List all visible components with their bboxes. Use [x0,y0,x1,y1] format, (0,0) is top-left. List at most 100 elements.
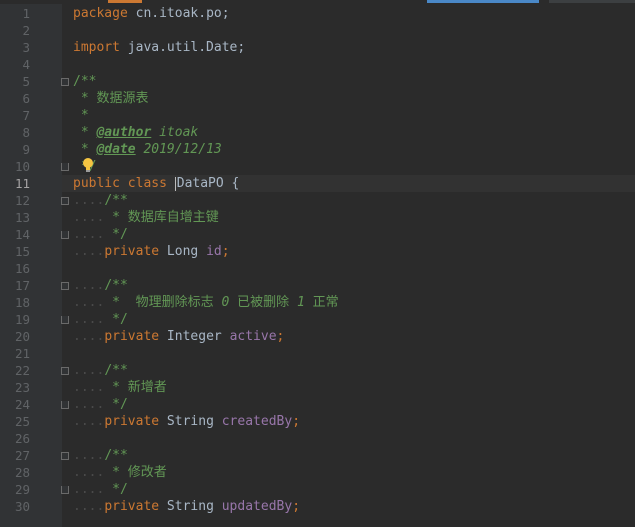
code-line[interactable]: .... * 新增者 [62,379,635,396]
code-line[interactable]: .... */ [62,226,635,243]
code-line[interactable] [62,345,635,362]
line-number: 12 [14,193,30,208]
fold-open-icon[interactable] [61,282,69,290]
code-line[interactable]: */ [62,158,635,175]
lightbulb-icon[interactable] [81,157,95,173]
code-token: * 数据源表 [73,91,149,106]
code-token: package [73,6,128,21]
code-line[interactable]: package cn.itoak.po; [62,5,635,22]
code-token: ; [292,414,301,429]
text-caret [174,176,176,191]
line-number: 26 [14,431,30,446]
code-token: java.util.Date; [119,40,246,55]
line-number: 22 [14,363,30,378]
code-token: createdBy [221,414,293,429]
line-number: 11 [14,176,30,191]
code-line[interactable]: ....private String createdBy; [62,413,635,430]
line-number: 17 [14,278,30,293]
code-area[interactable]: package cn.itoak.po; import java.util.Dat… [62,4,635,527]
code-token: @author [96,125,152,140]
code-line[interactable]: .... * 修改者 [62,464,635,481]
code-line[interactable]: * [62,107,635,124]
fold-open-icon[interactable] [61,452,69,460]
code-line[interactable]: .... */ [62,311,635,328]
code-line[interactable] [62,56,635,73]
indent-guide: .... [73,380,105,395]
code-token: ; [221,244,230,259]
line-number: 2 [22,23,30,38]
code-token: 2019/12/13 [135,142,222,157]
indent-guide: .... [73,295,105,310]
code-token: private [104,499,160,514]
line-number: 25 [14,414,30,429]
code-line[interactable]: ....private String updatedBy; [62,498,635,515]
code-token: /** [104,363,128,378]
code-line[interactable]: /** [62,73,635,90]
line-number: 14 [14,227,30,242]
code-line[interactable]: import java.util.Date; [62,39,635,56]
code-token: 正常 [304,295,339,310]
line-number: 1 [22,6,30,21]
code-token: */ [104,227,128,242]
code-line[interactable]: public class DataPO { [62,175,635,192]
line-number: 19 [14,312,30,327]
code-line[interactable]: * @author itoak [62,124,635,141]
code-token: * [73,108,89,123]
code-token: * [73,142,97,157]
code-line[interactable]: ....private Long id; [62,243,635,260]
line-number: 4 [22,57,30,72]
code-line[interactable]: ..../** [62,277,635,294]
code-line[interactable]: * 数据源表 [62,90,635,107]
line-number: 21 [14,346,30,361]
fold-close-icon[interactable] [61,316,69,324]
fold-open-icon[interactable] [61,367,69,375]
line-number: 28 [14,465,30,480]
code-editor[interactable]: 1 2 3 4 5 6 7 8 9 10 11 12 13 14 15 16 17 18 19 20 21 22 23 24 2… [0,0,635,527]
code-token: DataPO { [176,176,240,191]
indent-guide: .... [73,312,105,327]
fold-open-icon[interactable] [61,78,69,86]
code-token: /** [104,448,128,463]
line-number: 16 [14,261,30,276]
code-line[interactable]: * @date 2019/12/13 [62,141,635,158]
code-token: String [159,499,222,514]
code-line[interactable]: ....private Integer active; [62,328,635,345]
code-token: private [104,329,160,344]
code-token: /** [73,74,97,89]
code-token: 1 [296,295,305,310]
code-line[interactable]: ..../** [62,362,635,379]
fold-close-icon[interactable] [61,486,69,494]
line-number: 5 [22,74,30,89]
line-number: 23 [14,380,30,395]
line-number-gutter[interactable]: 1 2 3 4 5 6 7 8 9 10 11 12 13 14 15 16 17 18 19 20 21 22 23 24 2… [0,4,62,527]
code-token: cn.itoak.po; [127,6,230,21]
line-number: 27 [14,448,30,463]
fold-open-icon[interactable] [61,197,69,205]
indent-guide: .... [73,397,105,412]
code-token: */ [104,397,128,412]
code-line[interactable]: .... */ [62,396,635,413]
code-token: import [73,40,120,55]
code-line[interactable]: .... * 数据库自增主键 [62,209,635,226]
code-token: 已被删除 [229,295,297,310]
fold-close-icon[interactable] [61,231,69,239]
line-number: 18 [14,295,30,310]
fold-close-icon[interactable] [61,401,69,409]
code-token: String [159,414,222,429]
code-line[interactable]: .... * 物理删除标志 0 已被删除 1 正常 [62,294,635,311]
code-line[interactable] [62,430,635,447]
code-line[interactable] [62,22,635,39]
line-number: 15 [14,244,30,259]
code-line[interactable]: ..../** [62,447,635,464]
code-token: private [104,414,160,429]
line-number: 7 [22,108,30,123]
code-line[interactable]: .... */ [62,481,635,498]
code-line[interactable] [62,260,635,277]
code-line[interactable]: ..../** [62,192,635,209]
line-number: 20 [14,329,30,344]
line-number: 10 [14,159,30,174]
fold-close-icon[interactable] [61,163,69,171]
indent-guide: .... [73,329,105,344]
indent-guide: .... [73,499,105,514]
line-number: 3 [22,40,30,55]
